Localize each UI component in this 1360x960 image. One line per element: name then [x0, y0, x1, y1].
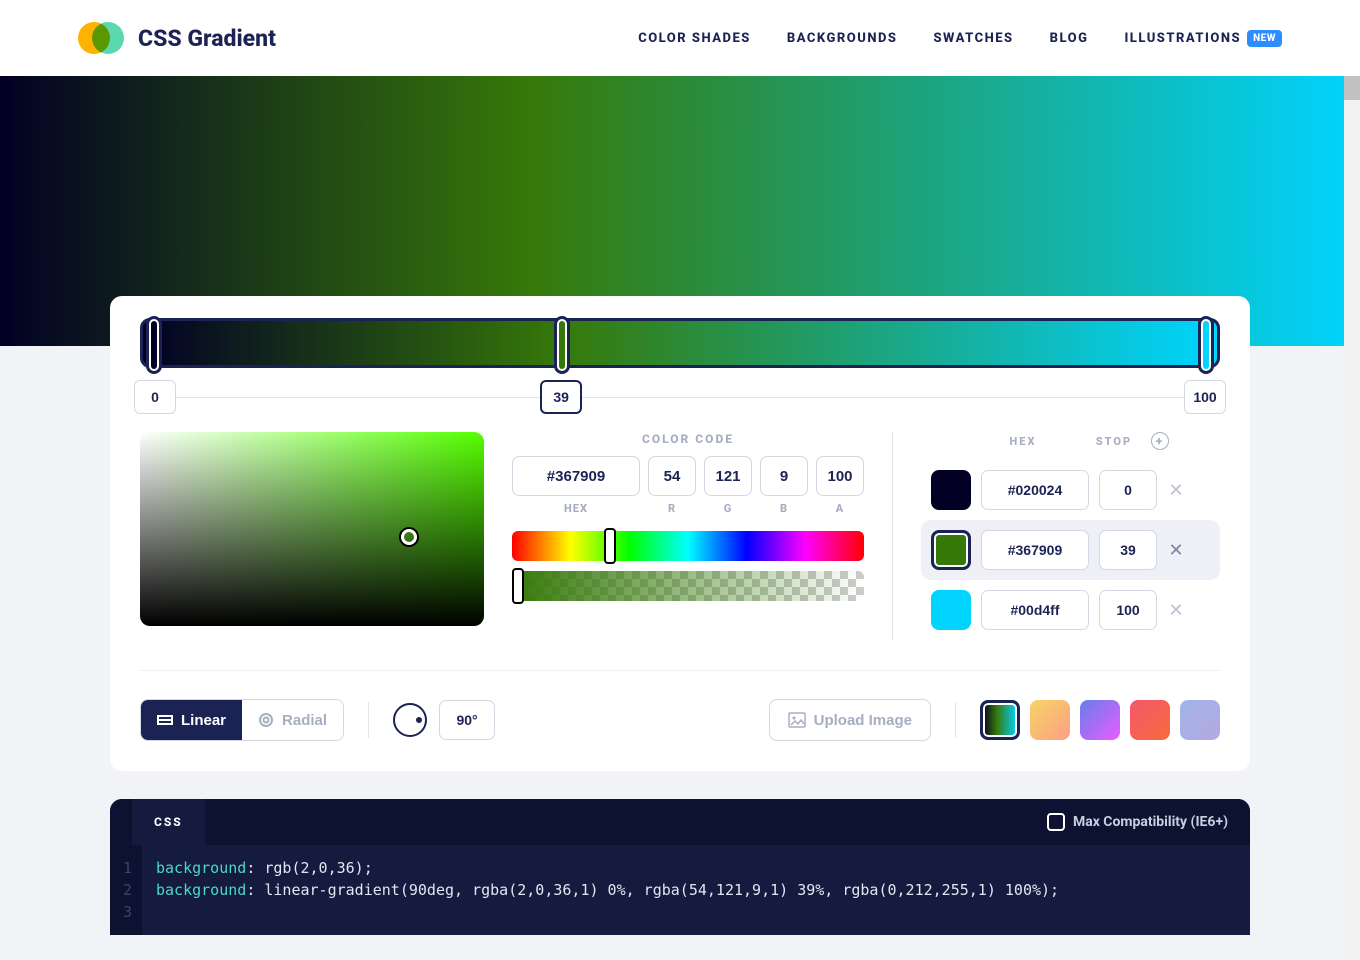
checkbox-icon	[1047, 813, 1065, 831]
a-input[interactable]	[816, 456, 864, 496]
css-output[interactable]: background: rgb(2,0,36); background: lin…	[142, 845, 1073, 935]
nav-illustrations[interactable]: ILLUSTRATIONSNEW	[1124, 30, 1282, 47]
preset-4[interactable]	[1180, 700, 1220, 740]
new-badge: NEW	[1247, 30, 1282, 47]
linear-button[interactable]: Linear	[141, 700, 242, 740]
linear-icon	[157, 712, 173, 728]
alpha-handle[interactable]	[512, 568, 524, 604]
delete-stop-0[interactable]: ✕	[1167, 480, 1185, 501]
sub-labels: HEX R G B A	[512, 502, 864, 515]
code-panel: CSS Max Compatibility (IE6+) 123 backgro…	[110, 799, 1250, 935]
max-compat-toggle[interactable]: Max Compatibility (IE6+)	[1047, 813, 1228, 831]
swatch-1[interactable]	[931, 530, 971, 570]
editor-panel: COLOR CODE HEX R G B A HEX	[110, 296, 1250, 771]
saturation-picker[interactable]	[140, 432, 484, 626]
stop-val-0[interactable]	[1099, 470, 1157, 510]
stop-pos-2[interactable]	[1184, 380, 1226, 414]
b-input[interactable]	[760, 456, 808, 496]
stop-val-1[interactable]	[1099, 530, 1157, 570]
css-tab[interactable]: CSS	[132, 799, 205, 845]
header: CSS Gradient COLOR SHADES BACKGROUNDS SW…	[0, 0, 1360, 76]
nav-blog[interactable]: BLOG	[1050, 31, 1089, 46]
delete-stop-1[interactable]: ✕	[1167, 540, 1185, 561]
slider-handle-1[interactable]	[554, 316, 570, 374]
add-stop-button[interactable]: +	[1151, 432, 1169, 450]
logo-text: CSS Gradient	[138, 25, 276, 52]
delete-stop-2[interactable]: ✕	[1167, 600, 1185, 621]
stop-pos-1[interactable]	[540, 380, 582, 414]
alpha-slider[interactable]	[512, 571, 864, 601]
upload-image-button[interactable]: Upload Image	[769, 699, 931, 741]
color-code-label: COLOR CODE	[512, 432, 864, 446]
stop-hex-2[interactable]	[981, 590, 1089, 630]
scrollbar[interactable]	[1344, 0, 1360, 960]
presets	[980, 700, 1220, 740]
nav-backgrounds[interactable]: BACKGROUNDS	[787, 31, 898, 46]
saturation-cursor[interactable]	[401, 529, 417, 545]
radial-button[interactable]: Radial	[242, 700, 343, 740]
stops-header-stop: STOP	[1085, 435, 1143, 448]
hue-handle[interactable]	[604, 528, 616, 564]
stop-row-0[interactable]: ✕	[921, 460, 1220, 520]
logo-icon	[78, 22, 124, 54]
angle-input[interactable]	[439, 700, 495, 740]
g-input[interactable]	[704, 456, 752, 496]
slider-handle-0[interactable]	[146, 316, 162, 374]
image-icon	[788, 711, 806, 729]
preset-3[interactable]	[1130, 700, 1170, 740]
stop-position-row	[140, 380, 1220, 414]
stop-pos-0[interactable]	[134, 380, 176, 414]
nav-color-shades[interactable]: COLOR SHADES	[638, 31, 751, 46]
swatch-0[interactable]	[931, 470, 971, 510]
gradient-type-toggle: Linear Radial	[140, 699, 344, 741]
logo[interactable]: CSS Gradient	[78, 22, 276, 54]
stop-hex-0[interactable]	[981, 470, 1089, 510]
hex-input[interactable]	[512, 456, 640, 496]
stops-header-hex: HEX	[969, 435, 1077, 448]
stop-row-2[interactable]: ✕	[921, 580, 1220, 640]
slider-handle-2[interactable]	[1198, 316, 1214, 374]
nav-swatches[interactable]: SWATCHES	[933, 31, 1013, 46]
stop-hex-1[interactable]	[981, 530, 1089, 570]
stop-val-2[interactable]	[1099, 590, 1157, 630]
line-numbers: 123	[110, 845, 142, 935]
preset-2[interactable]	[1080, 700, 1120, 740]
r-input[interactable]	[648, 456, 696, 496]
hue-slider[interactable]	[512, 531, 864, 561]
gradient-slider[interactable]	[140, 318, 1220, 368]
swatch-2[interactable]	[931, 590, 971, 630]
preset-0[interactable]	[980, 700, 1020, 740]
nav: COLOR SHADES BACKGROUNDS SWATCHES BLOG I…	[638, 30, 1282, 47]
stop-row-1[interactable]: ✕	[921, 520, 1220, 580]
angle-dial[interactable]	[393, 703, 427, 737]
preset-1[interactable]	[1030, 700, 1070, 740]
radial-icon	[258, 712, 274, 728]
